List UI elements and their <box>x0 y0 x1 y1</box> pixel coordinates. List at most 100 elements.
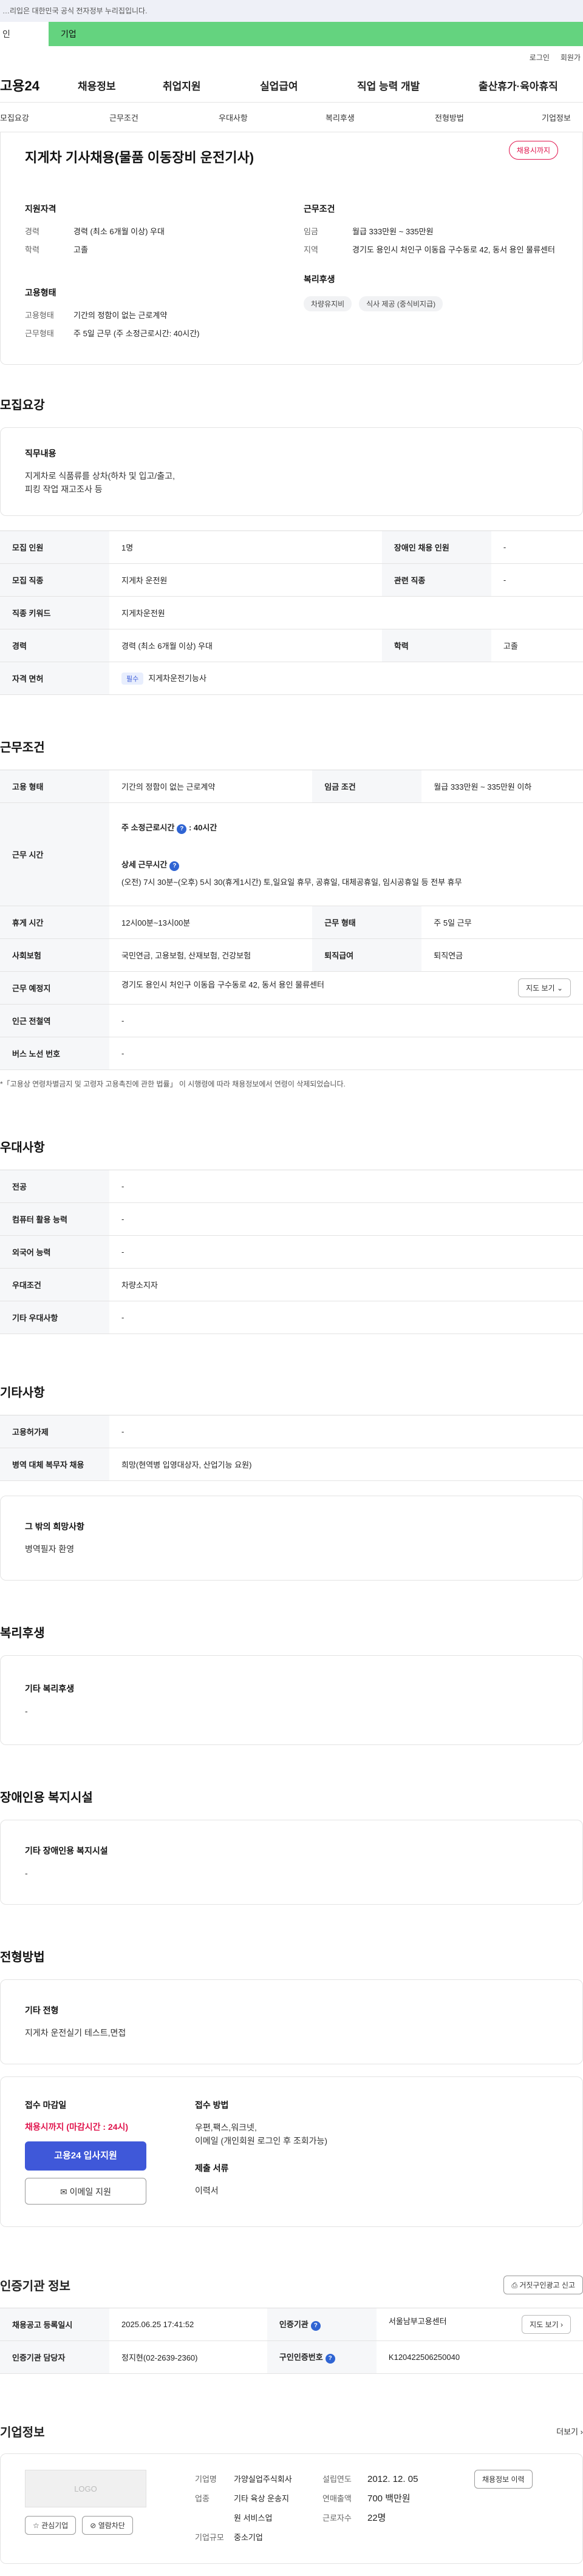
anchor-work[interactable]: 근무조건 <box>109 112 219 123</box>
summary-value: 경력 (최소 6개월 이상) 우대 <box>73 227 165 236</box>
favorite-company-button[interactable]: ☆ 관심기업 <box>25 2516 77 2535</box>
conditions-block: 근무조건 임금 월급 333만원 ~ 335만원 지역 경기도 용인시 처인구 이동… <box>304 203 558 346</box>
table-key: 경력 <box>0 629 109 662</box>
company-key: 설립연도 <box>322 2475 352 2484</box>
cert-table: 채용공고 등록일시 2025.06.25 17:41:52 인증기관? 서울남부고용센… <box>0 2308 583 2374</box>
report-button[interactable]: ⎙ 거짓구인광고 신고 <box>503 2276 583 2294</box>
company-row: 기업명 가양실업주식회사 <box>195 2470 322 2489</box>
company-info-col2: 설립연도 2012. 12. 05 연매출액 700 백만원 근로자수 22명 <box>322 2470 474 2547</box>
table-value: 국민연금, 고용보험, 산재보험, 건강보험 <box>109 938 313 972</box>
block-icon: ⊘ <box>90 2521 97 2530</box>
block-company-button[interactable]: ⊘ 열람차단 <box>82 2516 133 2535</box>
email-apply-button[interactable]: ✉ 이메일 지원 <box>25 2178 146 2205</box>
table-value: 고졸 <box>491 629 583 662</box>
table-key: 인증기관? <box>267 2308 377 2341</box>
table-row: 외국어 능력 - <box>0 1235 583 1269</box>
table-row: 근무 예정지 경기도 용인시 처인구 이동읍 구수동로 42, 동서 용인 물류센… <box>0 971 583 1005</box>
table-row: 병역 대체 복무자 채용 희망(현역병 입영대상자, 산업기능 요원) <box>0 1448 583 1481</box>
table-key: 모집 직종 <box>0 563 109 597</box>
report-icon: ⎙ <box>511 2281 517 2290</box>
info-icon: ? <box>325 2354 335 2364</box>
deadline-value: 채용시까지 (마감시간 : 24시) <box>25 2122 129 2132</box>
company-header: 기업정보 더보기 › <box>0 2422 583 2440</box>
site-logo[interactable]: 고용24 <box>0 75 78 95</box>
gov-notice-text: …리입은 대한민국 공식 전자정부 누리집입니다. <box>2 7 148 15</box>
login-link[interactable]: 로그인 <box>530 52 550 63</box>
summary-key: 지역 <box>304 245 318 254</box>
summary-value: 월급 333만원 ~ 335만원 <box>352 227 434 236</box>
deadline-heading: 접수 마감일 <box>25 2100 67 2110</box>
anchor-pref[interactable]: 우대사항 <box>219 112 326 123</box>
license-name: 지게차운전기능사 <box>148 674 206 683</box>
summary-row: 학력 고졸 <box>25 244 279 256</box>
detail-hours-label: 상세 근무시간 <box>121 860 168 869</box>
table-value: - <box>491 563 583 597</box>
tab-company[interactable]: 기업 <box>49 22 583 46</box>
work-section-title: 근무조건 <box>0 741 45 754</box>
table-key: 인증기관 담당자 <box>0 2340 109 2374</box>
deadline-block: 접수 마감일 채용시까지 (마감시간 : 24시) 고용24 입사지원 ✉ 이메… <box>25 2099 195 2205</box>
anchor-recruit[interactable]: 모집요강 <box>0 112 109 123</box>
pref-section-title: 우대사항 <box>0 1141 45 1154</box>
company-value: 700 백만원 <box>367 2493 411 2504</box>
section-anchor-nav: 모집요강 근무조건 우대사항 복리후생 전형방법 기업정보 <box>0 102 583 132</box>
table-key: 전공 <box>0 1170 109 1203</box>
table-row: 자격 면허 필수 지게차운전기능사 <box>0 662 583 695</box>
nav-employment-support[interactable]: 취업지원 <box>163 78 260 93</box>
table-row: 직종 키워드 지게차운전원 <box>0 596 583 629</box>
cert-num-label: 구인인증번호 <box>279 2353 323 2362</box>
welfare-heading: 복리후생 <box>304 274 335 284</box>
map-button[interactable]: 지도 보기 ⌄ <box>518 978 571 997</box>
etc-table: 고용허가제 - 병역 대체 복무자 채용 희망(현역병 입영대상자, 산업기능 요원… <box>0 1415 583 1481</box>
weekly-hours-label: 주 소정근로시간 <box>121 823 175 832</box>
age-note: *「고용상 연령차별금지 및 고령자 고용촉진에 관한 법률」 이 시행령에 따… <box>0 1080 346 1088</box>
summary-value: 주 5일 근무 (주 소정근로시간: 40시간) <box>73 329 200 338</box>
disability-card-value: - <box>25 1868 28 1878</box>
company-actions: ☆ 관심기업 ⊘ 열람차단 <box>25 2516 195 2535</box>
nav-unemployment-benefit[interactable]: 실업급여 <box>260 78 357 93</box>
job-history-button[interactable]: 채용정보 이력 <box>474 2470 533 2489</box>
summary-row: 경력 경력 (최소 6개월 이상) 우대 <box>25 226 279 238</box>
nav-job-info[interactable]: 채용정보 <box>78 78 163 93</box>
company-key: 근로자수 <box>322 2513 352 2523</box>
method-block: 접수 방법 우편,팩스,워크넷, 이메일 (개인회원 로그인 후 조회가능) 제… <box>195 2099 327 2205</box>
table-key: 구인인증번호? <box>267 2340 377 2374</box>
summary-key: 경력 <box>25 227 39 236</box>
tab-individual[interactable]: 인 <box>0 22 49 46</box>
etc-wish-card: 그 밖의 희망사항 병역필자 환영 <box>0 1496 583 1581</box>
anchor-select[interactable]: 전형방법 <box>435 112 542 123</box>
table-value: - <box>109 1170 583 1203</box>
company-value: 가양실업주식회사 <box>234 2475 292 2484</box>
table-key: 장애인 채용 인원 <box>381 530 491 564</box>
company-card: LOGO ☆ 관심기업 ⊘ 열람차단 기업명 가양실업주식회사 업종 기타 육상 운… <box>0 2453 583 2564</box>
table-row: 전공 - <box>0 1170 583 1203</box>
cert-section-title: 인증기관 정보 <box>0 2280 70 2293</box>
info-icon: ? <box>177 824 187 834</box>
anchor-welfare[interactable]: 복리후생 <box>326 112 435 123</box>
nav-vocational-training[interactable]: 직업 능력 개발 <box>357 78 479 93</box>
anchor-company[interactable]: 기업정보 <box>542 112 571 123</box>
info-icon: ? <box>169 861 180 871</box>
table-value: - <box>109 1037 583 1070</box>
table-key: 휴게 시간 <box>0 906 109 939</box>
table-value: 월급 333만원 ~ 335만원 이하 <box>421 770 583 803</box>
report-button-label: 거짓구인광고 신고 <box>519 2281 575 2290</box>
star-icon: ☆ <box>33 2521 39 2530</box>
table-row: 모집 직종 지게차 운전원 관련 직종 - <box>0 563 583 597</box>
signup-link[interactable]: 회원가 <box>561 52 581 63</box>
deadline-badge: 채용시까지 <box>508 141 558 160</box>
apply-button[interactable]: 고용24 입사지원 <box>25 2141 146 2171</box>
chevron-right-icon: › <box>561 2320 563 2329</box>
company-more-link[interactable]: 더보기 › <box>556 2425 583 2437</box>
favorite-label: 관심기업 <box>41 2521 69 2530</box>
doc-heading: 제출 서류 <box>195 2163 229 2173</box>
email-apply-label: 이메일 지원 <box>69 2187 111 2197</box>
job-title: 지게차 기사채용(물품 이동장비 운전기사) <box>25 150 254 165</box>
summary-row: 임금 월급 333만원 ~ 335만원 <box>304 226 558 238</box>
util-bar: 로그인 회원가 <box>0 46 583 68</box>
nav-parental-leave[interactable]: 출산휴가·육아휴직 <box>479 78 558 93</box>
welfare-chip: 식사 제공 (중식비지급) <box>359 296 443 311</box>
company-biz-line: 원 서비스업 <box>234 2513 273 2523</box>
application-card: 접수 마감일 채용시까지 (마감시간 : 24시) 고용24 입사지원 ✉ 이메… <box>0 2076 583 2227</box>
cert-map-button[interactable]: 지도 보기 › <box>522 2315 571 2334</box>
